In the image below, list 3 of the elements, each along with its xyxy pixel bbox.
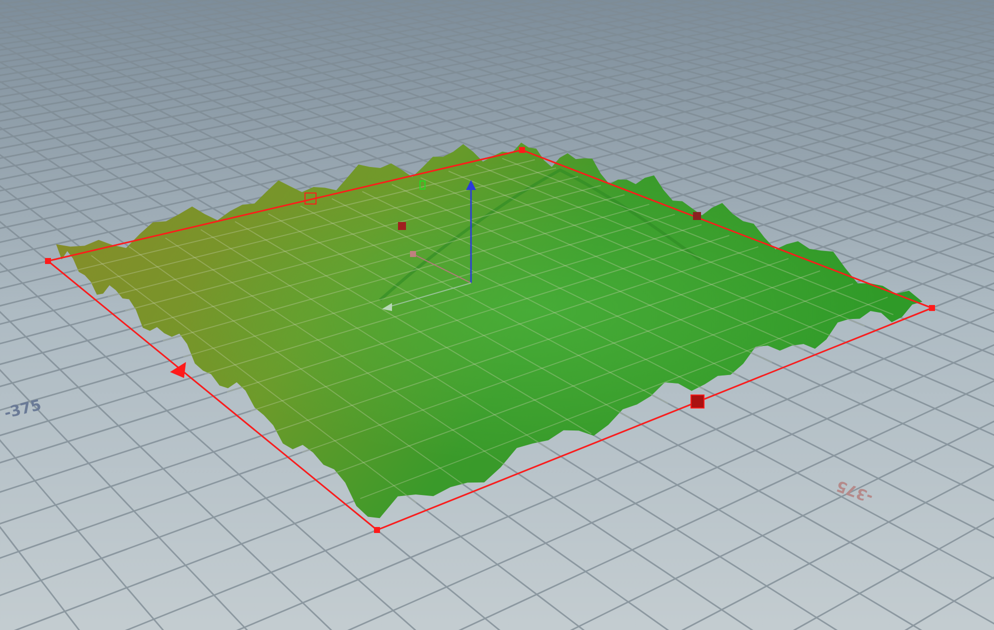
transform-handle-drawing[interactable] [382,180,476,311]
axis-label: -375 [833,476,876,508]
axis-label: -375 [2,394,44,424]
